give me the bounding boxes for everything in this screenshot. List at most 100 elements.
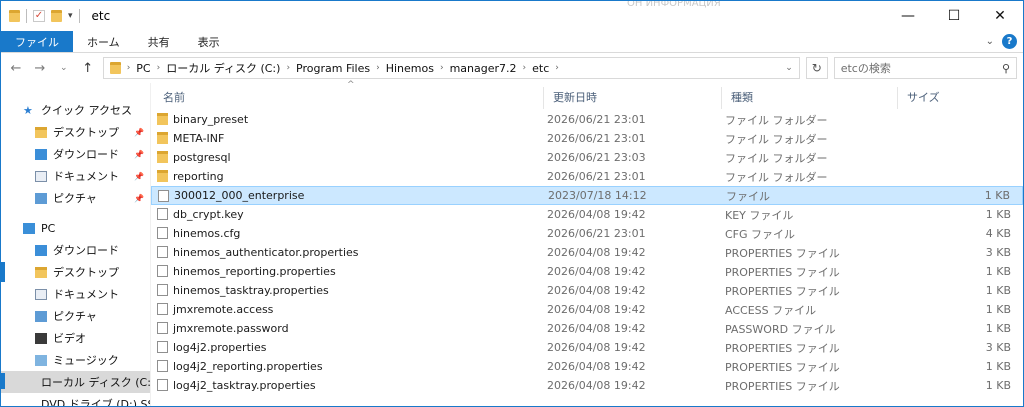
new-folder-icon[interactable] — [51, 10, 62, 22]
tab-share[interactable]: 共有 — [134, 31, 184, 52]
table-row[interactable]: reporting 2026/06/21 23:01 ファイル フォルダー — [151, 167, 1023, 186]
forward-arrow-icon[interactable]: → — [31, 61, 49, 76]
table-row[interactable]: hinemos.cfg 2026/06/21 23:01 CFG ファイル 4 KB — [151, 224, 1023, 243]
breadcrumb-hinemos[interactable]: Hinemos — [386, 62, 434, 75]
file-date: 2026/06/21 23:01 — [547, 113, 646, 126]
sidebar-item[interactable]: PC — [1, 217, 150, 239]
sidebar-item[interactable]: ダウンロード — [1, 239, 150, 261]
recent-locations-icon[interactable]: ⌄ — [55, 63, 73, 73]
properties-icon[interactable]: ✓ — [33, 10, 45, 22]
sidebar-item[interactable]: ダウンロード 📌 — [1, 143, 150, 165]
address-bar[interactable]: › PC › ローカル ディスク (C:) › Program Files › … — [102, 57, 800, 79]
sidebar-item[interactable]: ドキュメント 📌 — [1, 165, 150, 187]
sidebar-item[interactable]: ★ クイック アクセス — [1, 99, 150, 121]
search-icon[interactable]: ⚲ — [1002, 62, 1010, 75]
chevron-right-icon[interactable]: › — [157, 63, 161, 73]
close-button[interactable]: ✕ — [977, 1, 1023, 31]
table-row[interactable]: log4j2_reporting.properties 2026/04/08 19… — [151, 357, 1023, 376]
pin-icon: 📌 — [134, 193, 144, 203]
table-row[interactable]: log4j2_tasktray.properties 2026/04/08 19:… — [151, 376, 1023, 395]
breadcrumb-local-disk[interactable]: ローカル ディスク (C:) — [166, 60, 280, 76]
file-icon — [157, 322, 168, 334]
file-icon — [157, 265, 168, 277]
tab-file[interactable]: ファイル — [1, 31, 73, 52]
table-row[interactable]: jmxremote.password 2026/04/08 19:42 PASSWO… — [151, 319, 1023, 338]
chevron-right-icon[interactable]: › — [286, 63, 290, 73]
table-row[interactable]: binary_preset 2026/06/21 23:01 ファイル フォルダー — [151, 110, 1023, 129]
file-date: 2026/04/08 19:42 — [547, 208, 646, 221]
file-type: ファイル フォルダー — [725, 113, 828, 127]
sidebar-item-label: ダウンロード — [53, 148, 119, 161]
sidebar-item[interactable]: ミュージック — [1, 349, 150, 371]
table-row[interactable]: hinemos_authenticator.properties 2026/04/… — [151, 243, 1023, 262]
tab-home[interactable]: ホーム — [73, 31, 134, 52]
file-size: 1 KB — [985, 284, 1011, 297]
ribbon-right-controls: ⌄ ? — [986, 34, 1017, 49]
column-type[interactable]: 種類 — [731, 89, 753, 105]
file-date: 2026/04/08 19:42 — [547, 246, 646, 259]
file-date: 2026/04/08 19:42 — [547, 341, 646, 354]
chevron-right-icon[interactable]: › — [523, 63, 527, 73]
table-row[interactable]: jmxremote.access 2026/04/08 19:42 ACCESS フ… — [151, 300, 1023, 319]
column-divider[interactable] — [543, 87, 544, 109]
sidebar-item[interactable]: ピクチャ — [1, 305, 150, 327]
folder-icon — [109, 62, 121, 74]
refresh-button[interactable]: ↻ — [805, 57, 828, 79]
navigation-pane[interactable]: ★ クイック アクセス デスクトップ 📌 ダウンロード 📌 ドキュメント 📌 ピクチャ 📌 PC ダウ… — [1, 83, 151, 406]
file-date: 2026/06/21 23:03 — [547, 151, 646, 164]
chevron-right-icon[interactable]: › — [440, 63, 444, 73]
sidebar-item[interactable]: ピクチャ 📌 — [1, 187, 150, 209]
file-size: 1 KB — [984, 189, 1010, 202]
search-box[interactable]: ⚲ — [833, 57, 1017, 79]
maximize-button[interactable]: ☐ — [931, 1, 977, 31]
breadcrumb-program-files[interactable]: Program Files — [296, 62, 370, 75]
file-size: 1 KB — [985, 360, 1011, 373]
file-name: jmxremote.access — [173, 303, 274, 316]
table-row[interactable]: log4j2.properties 2026/04/08 19:42 PROPERT… — [151, 338, 1023, 357]
document-icon — [35, 288, 47, 300]
picture-icon — [35, 192, 47, 204]
sidebar-item[interactable]: ローカル ディスク (C:) — [1, 371, 150, 393]
file-type: PROPERTIES ファイル — [725, 246, 840, 260]
tab-view[interactable]: 表示 — [184, 31, 234, 52]
address-dropdown-icon[interactable]: ⌄ — [785, 63, 793, 73]
chevron-right-icon[interactable]: › — [555, 63, 559, 73]
chevron-right-icon[interactable]: › — [376, 63, 380, 73]
column-name[interactable]: 名前 — [163, 89, 185, 105]
table-row[interactable]: 300012_000_enterprise 2023/07/18 14:12 ファイ… — [151, 186, 1023, 205]
breadcrumb-manager[interactable]: manager7.2 — [450, 62, 517, 75]
desktop-icon — [35, 266, 47, 278]
customize-dropdown-icon[interactable]: ▾ — [68, 11, 73, 21]
up-arrow-icon[interactable]: ↑ — [79, 61, 97, 76]
table-row[interactable]: postgresql 2026/06/21 23:03 ファイル フォルダー — [151, 148, 1023, 167]
sidebar-item-label: ドキュメント — [53, 288, 119, 301]
back-arrow-icon[interactable]: ← — [7, 61, 25, 76]
minimize-button[interactable]: — — [885, 1, 931, 31]
sidebar-item-label: デスクトップ — [53, 126, 119, 139]
sidebar-item[interactable]: ビデオ — [1, 327, 150, 349]
download-icon — [35, 148, 47, 160]
help-icon[interactable]: ? — [1002, 34, 1017, 49]
breadcrumb-pc[interactable]: PC — [136, 62, 150, 75]
table-row[interactable]: db_crypt.key 2026/04/08 19:42 KEY ファイル 1 KB — [151, 205, 1023, 224]
sidebar-item-label: DVD ドライブ (D:) SSS — [41, 398, 151, 406]
chevron-right-icon[interactable]: › — [127, 63, 131, 73]
column-divider[interactable] — [721, 87, 722, 109]
table-row[interactable]: hinemos_reporting.properties 2026/04/08 1… — [151, 262, 1023, 281]
search-input[interactable] — [840, 61, 991, 75]
expand-ribbon-icon[interactable]: ⌄ — [986, 36, 994, 47]
sidebar-item-label: ダウンロード — [53, 244, 119, 257]
sidebar-item[interactable]: ドキュメント — [1, 283, 150, 305]
column-divider[interactable] — [897, 87, 898, 109]
sidebar-item[interactable]: デスクトップ — [1, 261, 150, 283]
column-date[interactable]: 更新日時 — [553, 89, 597, 105]
sidebar-item[interactable]: デスクトップ 📌 — [1, 121, 150, 143]
address-row: ← → ⌄ ↑ › PC › ローカル ディスク (C:) › Program … — [1, 53, 1023, 83]
table-row[interactable]: hinemos_tasktray.properties 2026/04/08 19… — [151, 281, 1023, 300]
table-row[interactable]: META-INF 2026/06/21 23:01 ファイル フォルダー — [151, 129, 1023, 148]
column-size[interactable]: サイズ — [907, 89, 940, 105]
sidebar-item[interactable]: DVD ドライブ (D:) SSS — [1, 393, 150, 406]
taskbar-edge — [1, 262, 5, 282]
breadcrumb-etc[interactable]: etc — [532, 62, 549, 75]
file-name: log4j2_tasktray.properties — [173, 379, 316, 392]
